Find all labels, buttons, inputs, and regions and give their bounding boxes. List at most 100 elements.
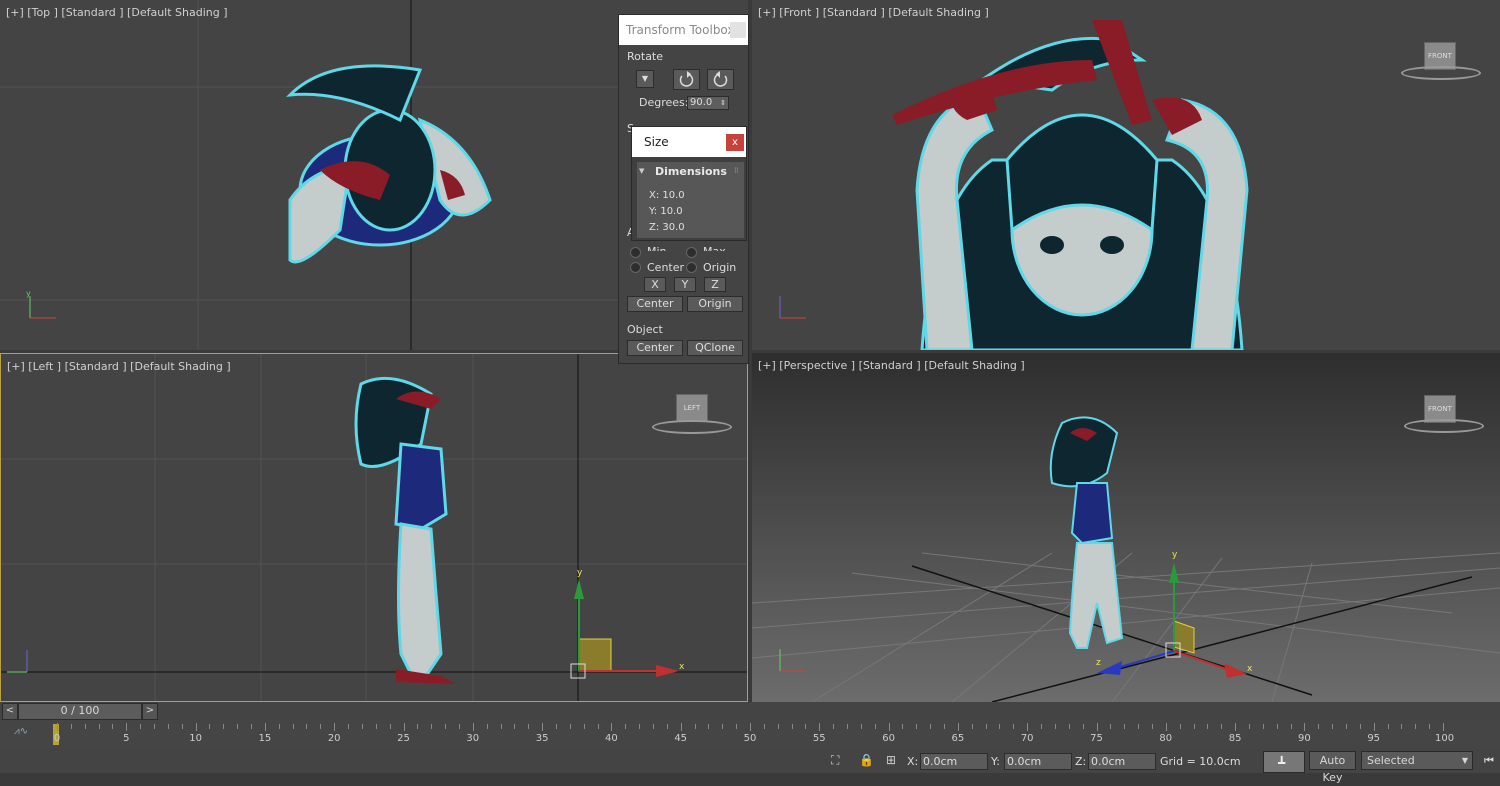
rotate-cw-button[interactable] <box>707 69 734 90</box>
timeline-tick <box>1318 724 1320 729</box>
rotate-axis-dropdown[interactable]: ▼ <box>636 70 654 88</box>
timeline-tick <box>1332 724 1334 729</box>
timeline-tick <box>1235 723 1237 731</box>
timeline-tick <box>694 724 696 729</box>
align-min-label: Min <box>647 245 667 251</box>
degrees-spinner-icon[interactable]: ⇕ <box>720 97 726 109</box>
dimensions-header[interactable]: Dimensions <box>655 165 727 178</box>
timeline-tick <box>417 724 419 729</box>
viewport-label-perspective[interactable]: [+] [Perspective ] [Standard ] [Default … <box>758 359 1025 372</box>
align-z-button[interactable]: Z <box>704 277 726 292</box>
timeline-tick <box>736 724 738 729</box>
viewcube-ring-left[interactable] <box>652 420 732 434</box>
timeline-tick <box>528 724 530 729</box>
timeline-tick <box>1443 723 1444 731</box>
dimension-x: X: 10.0 <box>649 190 685 201</box>
align-x-button[interactable]: X <box>644 277 666 292</box>
timeline-tick-label: 85 <box>1228 733 1242 744</box>
timeline-tick <box>833 724 835 729</box>
timeline-tick <box>542 723 544 731</box>
timeline-tick-label: 35 <box>535 733 549 744</box>
timeline-tick <box>334 723 336 731</box>
selection-lock-icon[interactable]: ⛶ <box>831 753 839 768</box>
align-max-label: Max <box>703 245 726 251</box>
dimension-z: Z: 30.0 <box>649 222 685 233</box>
viewcube-ring-front[interactable] <box>1401 66 1481 80</box>
toolbox-close-button[interactable] <box>730 22 746 38</box>
size-dialog-titlebar[interactable]: Size x <box>632 127 746 157</box>
timeline-tick <box>597 724 599 729</box>
set-key-button[interactable]: ┻ <box>1263 751 1305 773</box>
timeline-tick <box>1359 724 1361 729</box>
degrees-input[interactable]: 90.0 ⇕ <box>687 96 729 110</box>
timeline-tick <box>154 724 156 729</box>
go-to-start-icon[interactable]: ⏮ <box>1484 754 1494 768</box>
timeline-tick <box>389 724 391 729</box>
size-dialog-close-button[interactable]: x <box>726 134 744 151</box>
viewcube-left[interactable]: LEFT <box>676 394 708 422</box>
prev-frame-button[interactable]: < <box>2 703 18 720</box>
viewport-front[interactable]: [+] [Front ] [Standard ] [Default Shadin… <box>752 0 1500 350</box>
timeline-tick <box>1054 724 1056 729</box>
gizmo-label-y-persp: y <box>1172 550 1178 560</box>
timeline-tick <box>1124 724 1126 729</box>
align-max-radio[interactable] <box>686 247 697 258</box>
transform-gizmo-left[interactable]: y x <box>561 559 701 684</box>
curve-editor-icon[interactable]: ⩘∿ <box>14 726 28 737</box>
next-frame-button[interactable]: > <box>142 703 158 720</box>
coord-z-field[interactable]: 0.0cm <box>1088 753 1156 770</box>
align-origin-label: Origin <box>703 261 737 274</box>
object-center-button[interactable]: Center <box>627 340 683 356</box>
timeline-tick <box>167 724 169 729</box>
timeline-tick <box>680 723 682 731</box>
timeline-tick-label: 15 <box>258 733 272 744</box>
timeline-tick <box>750 723 751 731</box>
timeline-tick <box>98 724 100 729</box>
absolute-mode-icon[interactable]: ⊞ <box>886 753 896 767</box>
viewport-label-left[interactable]: [+] [Left ] [Standard ] [Default Shading… <box>7 360 231 373</box>
toolbox-titlebar[interactable]: Transform Toolbox <box>619 15 748 45</box>
viewcube-ring-perspective[interactable] <box>1404 419 1484 433</box>
timeline-tick <box>847 724 849 729</box>
timeline-tick <box>1110 724 1112 729</box>
coord-y-field[interactable]: 0.0cm <box>1004 753 1072 770</box>
collapse-triangle-icon[interactable]: ▼ <box>639 167 644 175</box>
timeline-tick <box>1151 724 1153 729</box>
timeline-tick-label: 65 <box>951 733 965 744</box>
viewport-label-front[interactable]: [+] [Front ] [Standard ] [Default Shadin… <box>758 6 989 19</box>
align-center-radio[interactable] <box>630 262 641 273</box>
align-center-button[interactable]: Center <box>627 296 683 312</box>
timeline-tick-label: 45 <box>674 733 688 744</box>
align-origin-button[interactable]: Origin <box>687 296 743 312</box>
drag-handle-icon[interactable]: ⠿ <box>734 167 739 175</box>
time-slider[interactable]: 0 / 100 <box>18 703 142 720</box>
timeline-tick <box>403 723 405 731</box>
timeline-tick-label: 90 <box>1298 733 1311 744</box>
timeline-tick <box>999 724 1001 729</box>
timeline-tick <box>1276 724 1278 729</box>
rotate-ccw-button[interactable] <box>673 69 700 90</box>
gizmo-label-x-persp: x <box>1247 664 1253 674</box>
timeline-tick-label: 25 <box>397 733 410 744</box>
align-min-radio[interactable] <box>630 247 641 258</box>
viewport-label-top[interactable]: [+] [Top ] [Standard ] [Default Shading … <box>6 6 228 19</box>
transform-gizmo-perspective[interactable]: y x z <box>1082 543 1262 688</box>
timeline-tick <box>1179 724 1181 729</box>
align-origin-radio[interactable] <box>686 262 697 273</box>
key-filter-dropdown[interactable]: Selected ▼ <box>1361 751 1473 770</box>
viewport-left[interactable]: [+] [Left ] [Standard ] [Default Shading… <box>0 353 748 702</box>
axis-tripod-front <box>779 296 806 319</box>
size-dialog[interactable]: Size x ▼ Dimensions ⠿ X: 10.0 Y: 10.0 Z:… <box>631 126 747 241</box>
timeline-tick <box>209 724 211 729</box>
coord-x-field[interactable]: 0.0cm <box>920 753 988 770</box>
timeline-tick <box>1248 724 1250 729</box>
timeline-tick <box>1262 724 1264 729</box>
timeline-tick <box>1290 724 1292 729</box>
auto-key-button[interactable]: Auto Key <box>1309 751 1356 784</box>
axis-tripod-left <box>7 650 28 673</box>
viewport-perspective[interactable]: [+] [Perspective ] [Standard ] [Default … <box>752 353 1500 702</box>
lock-icon[interactable]: 🔒 <box>859 753 874 767</box>
timeline-track[interactable]: ⩘∿ 0 5 10 15 20 25 30 35 40 45 50 55 60 65 70 75 80 85 90 9… <box>0 720 1500 748</box>
object-qclone-button[interactable]: QClone <box>687 340 743 356</box>
align-y-button[interactable]: Y <box>674 277 696 292</box>
